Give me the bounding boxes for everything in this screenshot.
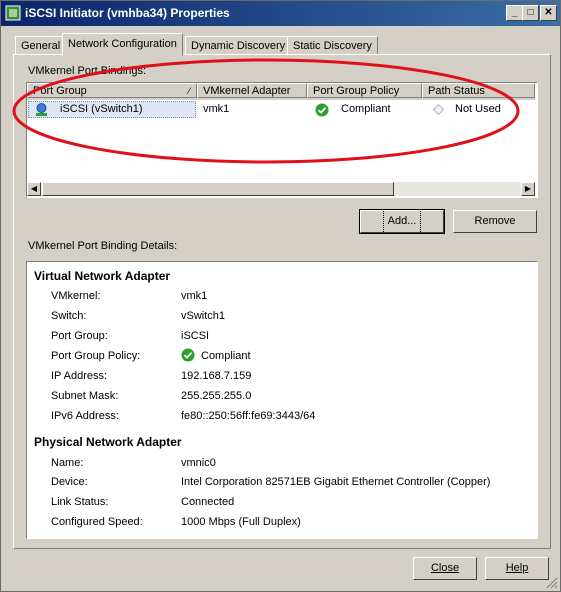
tab-static-discovery[interactable]: Static Discovery [287, 36, 378, 55]
arrow-left-icon: ◀ [30, 184, 38, 193]
scroll-left-button[interactable]: ◀ [27, 182, 41, 196]
help-button[interactable]: Help [485, 557, 549, 580]
detail-value: Compliant [201, 350, 251, 362]
detail-key: Device: [51, 476, 88, 488]
detail-key: VMkernel: [51, 290, 101, 302]
properties-window: iSCSI Initiator (vmhba34) Properties _ □… [0, 0, 561, 592]
scroll-right-button[interactable]: ▶ [521, 182, 535, 196]
binding-details-panel: Virtual Network Adapter VMkernel: vmk1 S… [26, 261, 538, 539]
close-button[interactable]: Close [413, 557, 477, 580]
scrollbar-thumb[interactable] [42, 182, 394, 196]
detail-key: Configured Speed: [51, 516, 143, 528]
virtual-adapter-heading: Virtual Network Adapter [34, 269, 171, 283]
detail-value: 192.168.7.159 [181, 370, 252, 382]
detail-value: 255.255.255.0 [181, 390, 252, 402]
table-row[interactable]: iSCSI (vSwitch1) vmk1 Compliant Not Used [28, 101, 535, 118]
iscsi-app-icon [5, 5, 21, 21]
detail-value: Connected [181, 496, 235, 508]
detail-value: vmnic0 [181, 457, 216, 469]
detail-key: IPv6 Address: [51, 410, 119, 422]
cell-port-group: iSCSI (vSwitch1) [60, 103, 143, 115]
minimize-button[interactable]: _ [506, 5, 523, 21]
detail-key: Name: [51, 457, 84, 469]
cell-vmkernel-adapter: vmk1 [203, 103, 230, 115]
detail-value: vSwitch1 [181, 310, 226, 322]
binding-details-label: VMkernel Port Binding Details: [28, 240, 178, 252]
detail-value: vmk1 [181, 290, 208, 302]
compliant-check-icon [181, 348, 195, 362]
remove-button[interactable]: Remove [453, 210, 537, 233]
maximize-button[interactable]: □ [522, 5, 539, 21]
detail-key: Link Status: [51, 496, 109, 508]
minimize-icon: _ [511, 7, 518, 18]
sort-icon: ⁄ [188, 86, 190, 96]
window-title: iSCSI Initiator (vmhba34) Properties [25, 6, 230, 20]
detail-value: Intel Corporation 82571EB Gigabit Ethern… [181, 476, 491, 488]
tab-general[interactable]: General [15, 36, 67, 55]
detail-key: Port Group Policy: [51, 350, 141, 362]
vmkernel-port-icon [36, 103, 47, 116]
detail-value: fe80::250:56ff:fe69:3443/64 [181, 410, 316, 422]
port-bindings-label: VMkernel Port Bindings: [28, 65, 146, 77]
cell-port-group-policy: Compliant [341, 103, 391, 115]
detail-key: Switch: [51, 310, 87, 322]
detail-value: iSCSI [181, 330, 210, 342]
cell-path-status: Not Used [455, 103, 501, 115]
horizontal-scrollbar[interactable]: ◀ ▶ [27, 182, 535, 196]
arrow-right-icon: ▶ [524, 184, 532, 193]
tab-network-configuration[interactable]: Network Configuration [62, 33, 183, 56]
port-bindings-list[interactable]: Port Group ⁄ VMkernel Adapter Port Group… [26, 82, 538, 198]
column-port-group[interactable]: Port Group ⁄ [27, 83, 197, 98]
close-window-button[interactable]: ✕ [540, 5, 557, 21]
column-path-status[interactable]: Path Status [422, 83, 535, 98]
tab-dynamic-discovery[interactable]: Dynamic Discovery [185, 36, 292, 55]
not-used-diamond-icon [433, 104, 444, 115]
list-header: Port Group ⁄ VMkernel Adapter Port Group… [27, 83, 535, 100]
detail-key: IP Address: [51, 370, 108, 382]
column-vmkernel-adapter[interactable]: VMkernel Adapter [197, 83, 307, 98]
close-icon: ✕ [544, 7, 553, 18]
detail-key: Port Group: [51, 330, 108, 342]
title-bar[interactable]: iSCSI Initiator (vmhba34) Properties _ □… [1, 1, 560, 26]
detail-value: 1000 Mbps (Full Duplex) [181, 516, 301, 528]
physical-adapter-heading: Physical Network Adapter [34, 435, 182, 449]
resize-grip-icon[interactable] [546, 577, 558, 589]
column-port-group-policy[interactable]: Port Group Policy [307, 83, 422, 98]
add-button[interactable]: Add... [359, 209, 445, 234]
maximize-icon: □ [527, 7, 534, 18]
compliant-check-icon [315, 103, 329, 117]
detail-key: Subnet Mask: [51, 390, 119, 402]
